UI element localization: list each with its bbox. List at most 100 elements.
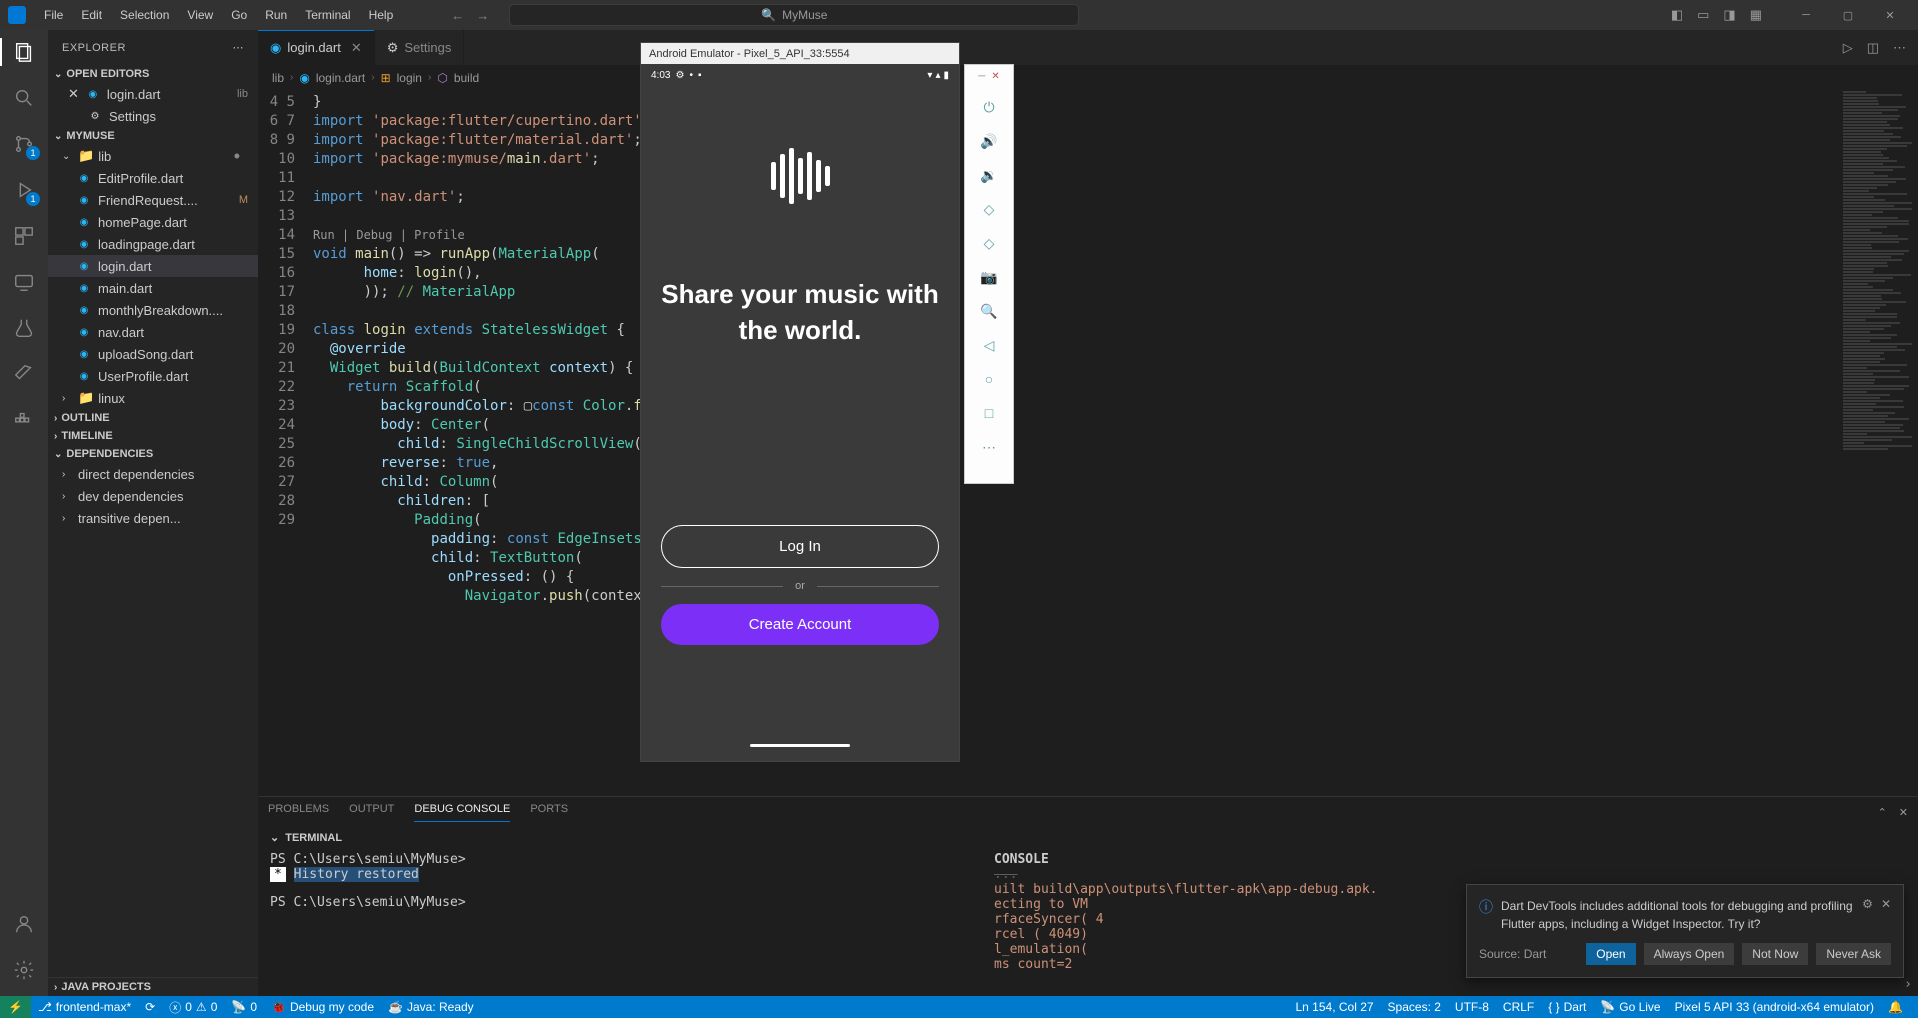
layout-toggle-secondary-icon[interactable]: ◨ [1723, 7, 1735, 23]
menu-view[interactable]: View [179, 4, 221, 26]
volume-down-icon[interactable]: 🔉 [974, 160, 1004, 190]
file-item-login-dart[interactable]: ◉login.dart [48, 255, 258, 277]
emulator-minimize-icon[interactable]: ─ [978, 71, 985, 82]
file-item-homepage-dart[interactable]: ◉homePage.dart [48, 211, 258, 233]
activity-remote-icon[interactable] [10, 268, 38, 296]
menu-selection[interactable]: Selection [112, 4, 177, 26]
panel-tab-problems[interactable]: PROBLEMS [268, 803, 329, 821]
overview-icon[interactable]: □ [974, 398, 1004, 428]
layout-toggle-primary-icon[interactable]: ◧ [1671, 7, 1683, 23]
folder-linux[interactable]: ›📁linux [48, 387, 258, 409]
dep-dev[interactable]: ›dev dependencies [48, 485, 258, 507]
code-editor[interactable]: 4 5 6 7 8 9 10 11 12 13 14 15 16 17 18 1… [258, 90, 1918, 796]
sb-notifications-icon[interactable]: 🔔 [1881, 1000, 1910, 1014]
dependencies-header[interactable]: ⌄DEPENDENCIES [48, 445, 258, 463]
file-item-nav-dart[interactable]: ◉nav.dart [48, 321, 258, 343]
breadcrumb-item[interactable]: build [454, 71, 479, 85]
file-item-editprofile-dart[interactable]: ◉EditProfile.dart [48, 167, 258, 189]
create-account-button[interactable]: Create Account [661, 604, 939, 645]
outline-header[interactable]: ›OUTLINE [48, 409, 258, 427]
breadcrumb-item[interactable]: login.dart [316, 71, 365, 85]
sb-branch[interactable]: ⎇frontend-max* [31, 996, 138, 1018]
close-icon[interactable]: ✕ [351, 40, 362, 56]
split-editor-icon[interactable]: ◫ [1867, 40, 1879, 56]
sb-eol[interactable]: CRLF [1496, 1000, 1541, 1014]
open-editor-settings[interactable]: ⚙Settings [48, 105, 258, 127]
activity-testing-icon[interactable] [10, 314, 38, 342]
close-icon[interactable]: ✕ [1881, 897, 1891, 911]
window-minimize-icon[interactable]: ─ [1786, 0, 1826, 30]
window-close-icon[interactable]: ✕ [1870, 0, 1910, 30]
file-item-friendrequest-[interactable]: ◉FriendRequest....M [48, 189, 258, 211]
remote-indicator[interactable]: ⚡ [0, 996, 31, 1018]
run-icon[interactable]: ▷ [1843, 40, 1853, 56]
file-item-monthlybreakdown-[interactable]: ◉monthlyBreakdown.... [48, 299, 258, 321]
layout-toggle-panel-icon[interactable]: ▭ [1697, 7, 1709, 23]
command-center-search[interactable]: 🔍 MyMuse [509, 4, 1079, 26]
open-editors-header[interactable]: ⌄OPEN EDITORS [48, 65, 258, 83]
power-icon[interactable]: ⏻ [974, 92, 1004, 122]
android-emulator-window[interactable]: Android Emulator - Pixel_5_API_33:5554 4… [640, 42, 960, 762]
nav-forward-icon[interactable]: → [476, 8, 489, 23]
sb-encoding[interactable]: UTF-8 [1448, 1000, 1496, 1014]
activity-source-control-icon[interactable]: 1 [10, 130, 38, 158]
sidebar-more-icon[interactable]: ⋯ [233, 41, 245, 54]
activity-search-icon[interactable] [10, 84, 38, 112]
sb-device[interactable]: Pixel 5 API 33 (android-x64 emulator) [1668, 1000, 1881, 1014]
sb-spaces[interactable]: Spaces: 2 [1381, 1000, 1448, 1014]
project-header[interactable]: ⌄MYMUSE [48, 127, 258, 145]
panel-maximize-icon[interactable]: ⌃ [1878, 806, 1887, 819]
close-icon[interactable]: ✕ [68, 86, 79, 102]
activity-flutter-icon[interactable] [10, 360, 38, 388]
home-icon[interactable]: ○ [974, 364, 1004, 394]
breadcrumb[interactable]: lib› ◉login.dart› ⊞login› ⬡build [258, 65, 1918, 90]
menu-edit[interactable]: Edit [73, 4, 110, 26]
menu-terminal[interactable]: Terminal [297, 4, 358, 26]
activity-explorer-icon[interactable] [10, 38, 38, 66]
emulator-close-icon[interactable]: ✕ [991, 71, 999, 82]
file-item-userprofile-dart[interactable]: ◉UserProfile.dart [48, 365, 258, 387]
terminal-input-chevron-icon[interactable]: › [1904, 977, 1912, 992]
panel-tab-ports[interactable]: PORTS [530, 803, 568, 821]
gear-icon[interactable]: ⚙ [1862, 897, 1873, 911]
layout-customize-icon[interactable]: ▦ [1750, 7, 1762, 23]
menu-go[interactable]: Go [223, 4, 255, 26]
toast-open-button[interactable]: Open [1586, 943, 1635, 965]
dep-direct[interactable]: ›direct dependencies [48, 463, 258, 485]
more-actions-icon[interactable]: ⋯ [1893, 40, 1906, 56]
sb-problems[interactable]: ⓧ0 ⚠0 [162, 996, 224, 1018]
rotate-right-icon[interactable]: ◇ [974, 228, 1004, 258]
file-item-main-dart[interactable]: ◉main.dart [48, 277, 258, 299]
minimap[interactable] [1838, 90, 1918, 796]
timeline-header[interactable]: ›TIMELINE [48, 427, 258, 445]
phone-screen[interactable]: 4:03⚙•▪ ▾▴▮ Share your music with the wo… [641, 64, 959, 761]
zoom-icon[interactable]: 🔍 [974, 296, 1004, 326]
nav-back-icon[interactable]: ← [451, 8, 464, 23]
folder-lib[interactable]: ⌄📁lib• [48, 145, 258, 167]
dep-transitive[interactable]: ›transitive depen... [48, 507, 258, 529]
activity-docker-icon[interactable] [10, 406, 38, 434]
menu-file[interactable]: File [36, 4, 71, 26]
breadcrumb-item[interactable]: lib [272, 71, 284, 85]
terminal-header[interactable]: ⌄TERMINAL [258, 827, 1918, 848]
volume-up-icon[interactable]: 🔊 [974, 126, 1004, 156]
toast-never-ask-button[interactable]: Never Ask [1816, 943, 1891, 965]
login-button[interactable]: Log In [661, 525, 939, 568]
file-item-uploadsong-dart[interactable]: ◉uploadSong.dart [48, 343, 258, 365]
sb-language[interactable]: { }Dart [1541, 1000, 1593, 1014]
activity-account-icon[interactable] [10, 910, 38, 938]
panel-close-icon[interactable]: ✕ [1899, 806, 1908, 819]
window-maximize-icon[interactable]: ▢ [1828, 0, 1868, 30]
menu-run[interactable]: Run [257, 4, 295, 26]
activity-extensions-icon[interactable] [10, 222, 38, 250]
sb-ports[interactable]: 📡0 [224, 996, 264, 1018]
breadcrumb-item[interactable]: login [397, 71, 422, 85]
phone-nav-bar[interactable] [641, 737, 959, 753]
sb-java[interactable]: ☕Java: Ready [381, 996, 481, 1018]
panel-tab-debug-console[interactable]: DEBUG CONSOLE [414, 803, 510, 822]
file-item-loadingpage-dart[interactable]: ◉loadingpage.dart [48, 233, 258, 255]
java-projects-header[interactable]: ›JAVA PROJECTS [48, 977, 258, 996]
toast-not-now-button[interactable]: Not Now [1742, 943, 1808, 965]
sb-debug[interactable]: 🐞Debug my code [264, 996, 381, 1018]
panel-tab-output[interactable]: OUTPUT [349, 803, 394, 821]
